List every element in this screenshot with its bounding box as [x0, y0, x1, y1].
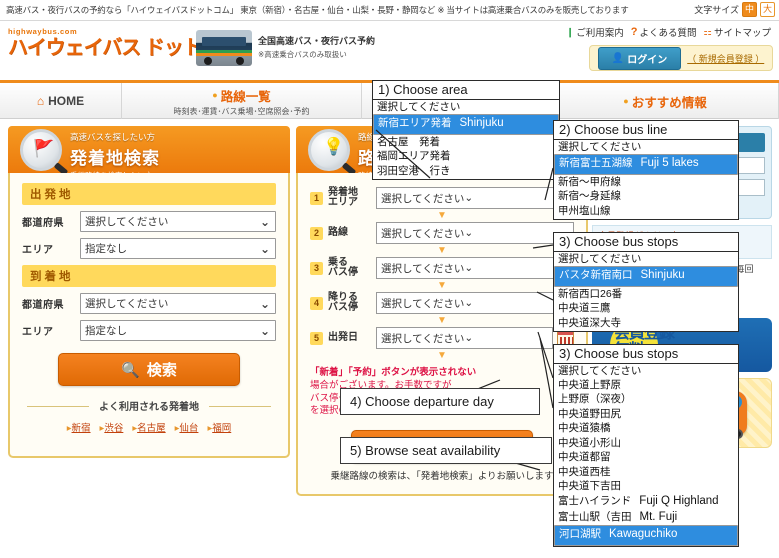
annotation-leader-lines: [375, 129, 554, 471]
page-root: 高速バス・夜行バスの予約なら「ハイウェイバスドットコム」 東京（新宿）・名古屋・…: [0, 0, 779, 558]
annotation-bubble-departure-day: 4) Choose departure day: [340, 388, 540, 415]
annotation-bubble-seat-availability: 5) Browse seat availability: [340, 437, 552, 464]
